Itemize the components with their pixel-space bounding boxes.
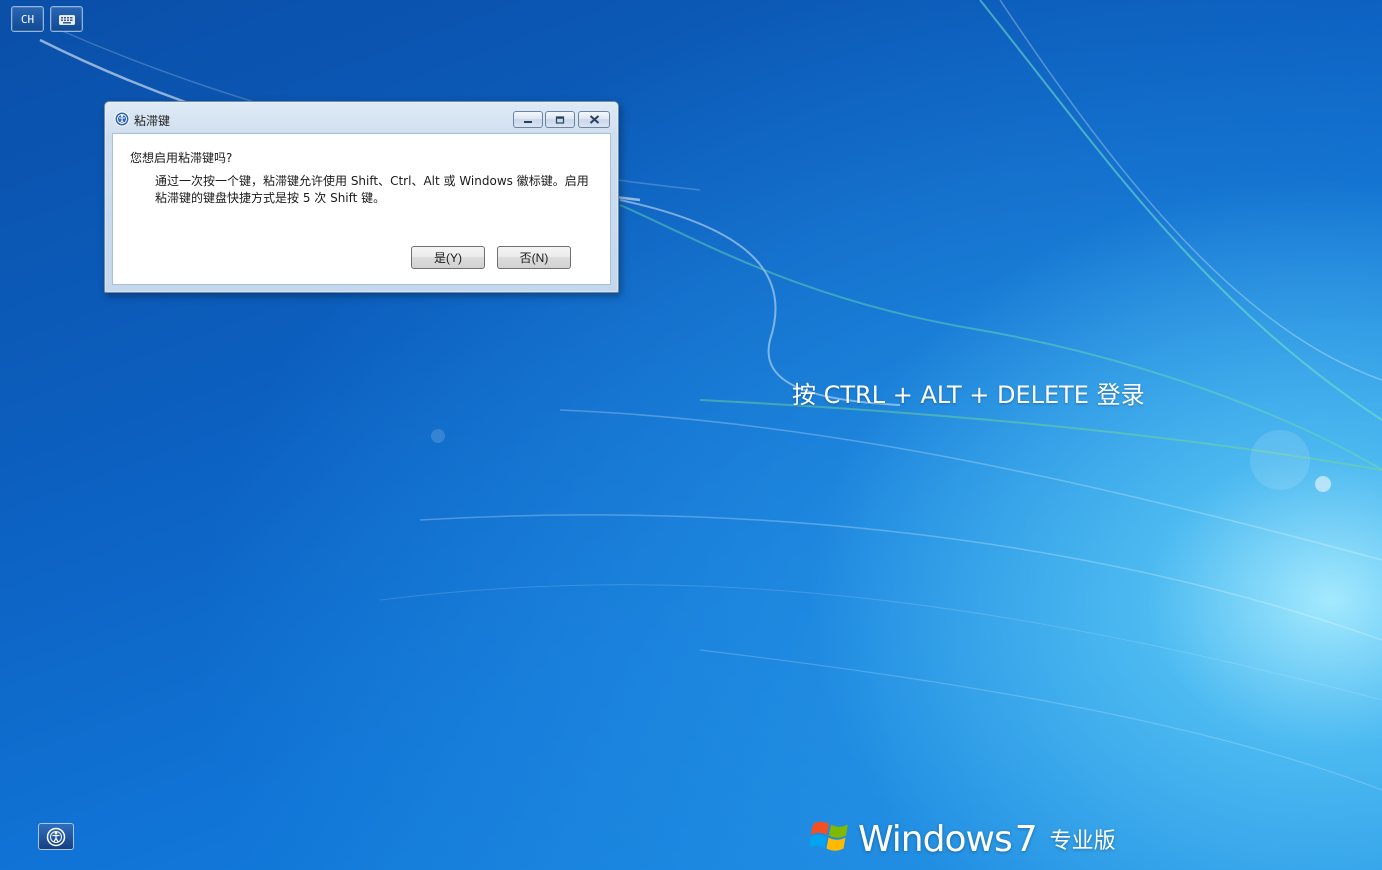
description-line-2: 粘滞键的键盘快捷方式是按 5 次 Shift 键。 xyxy=(155,191,386,205)
minimize-button[interactable] xyxy=(513,111,543,128)
language-button[interactable]: CH xyxy=(11,6,44,32)
dialog-title: 粘滞键 xyxy=(134,114,171,128)
dialog-question: 您想启用粘滞键吗? xyxy=(130,151,233,165)
ease-of-access-button[interactable] xyxy=(38,823,74,850)
brand-edition: 专业版 xyxy=(1049,829,1116,854)
windows-branding: Windows 7 专业版 xyxy=(810,812,1116,862)
language-label: CH xyxy=(20,12,35,26)
login-prompt: 按 CTRL + ALT + DELETE 登录 xyxy=(792,381,1145,409)
minimize-icon xyxy=(524,120,532,123)
close-icon xyxy=(589,115,599,124)
maximize-button[interactable] xyxy=(545,111,575,128)
brand-name: Windows xyxy=(858,819,1013,860)
maximize-icon xyxy=(555,115,565,124)
keyboard-icon xyxy=(58,15,75,25)
ease-of-access-icon xyxy=(114,111,130,127)
dialog-description: 通过一次按一个键，粘滞键允许使用 Shift、Ctrl、Alt 或 Window… xyxy=(155,173,595,207)
desktop-background: CH 粘滞键 您想启用粘滞键吗? 通过一次按一个键，粘滞键允许使用 Shift、… xyxy=(0,0,1382,870)
close-button[interactable] xyxy=(578,111,610,128)
brand-version: 7 xyxy=(1014,819,1038,860)
on-screen-keyboard-button[interactable] xyxy=(50,6,83,32)
no-button[interactable]: 否(N) xyxy=(497,246,571,269)
yes-button[interactable]: 是(Y) xyxy=(411,246,485,269)
sticky-keys-dialog: 粘滞键 您想启用粘滞键吗? 通过一次按一个键，粘滞键允许使用 Shift、Ctr… xyxy=(104,101,619,293)
windows-logo-icon xyxy=(810,821,848,851)
description-line-1: 通过一次按一个键，粘滞键允许使用 Shift、Ctrl、Alt 或 Window… xyxy=(155,174,589,188)
dialog-content: 您想启用粘滞键吗? 通过一次按一个键，粘滞键允许使用 Shift、Ctrl、Al… xyxy=(112,133,611,285)
ease-of-access-icon xyxy=(46,827,66,846)
